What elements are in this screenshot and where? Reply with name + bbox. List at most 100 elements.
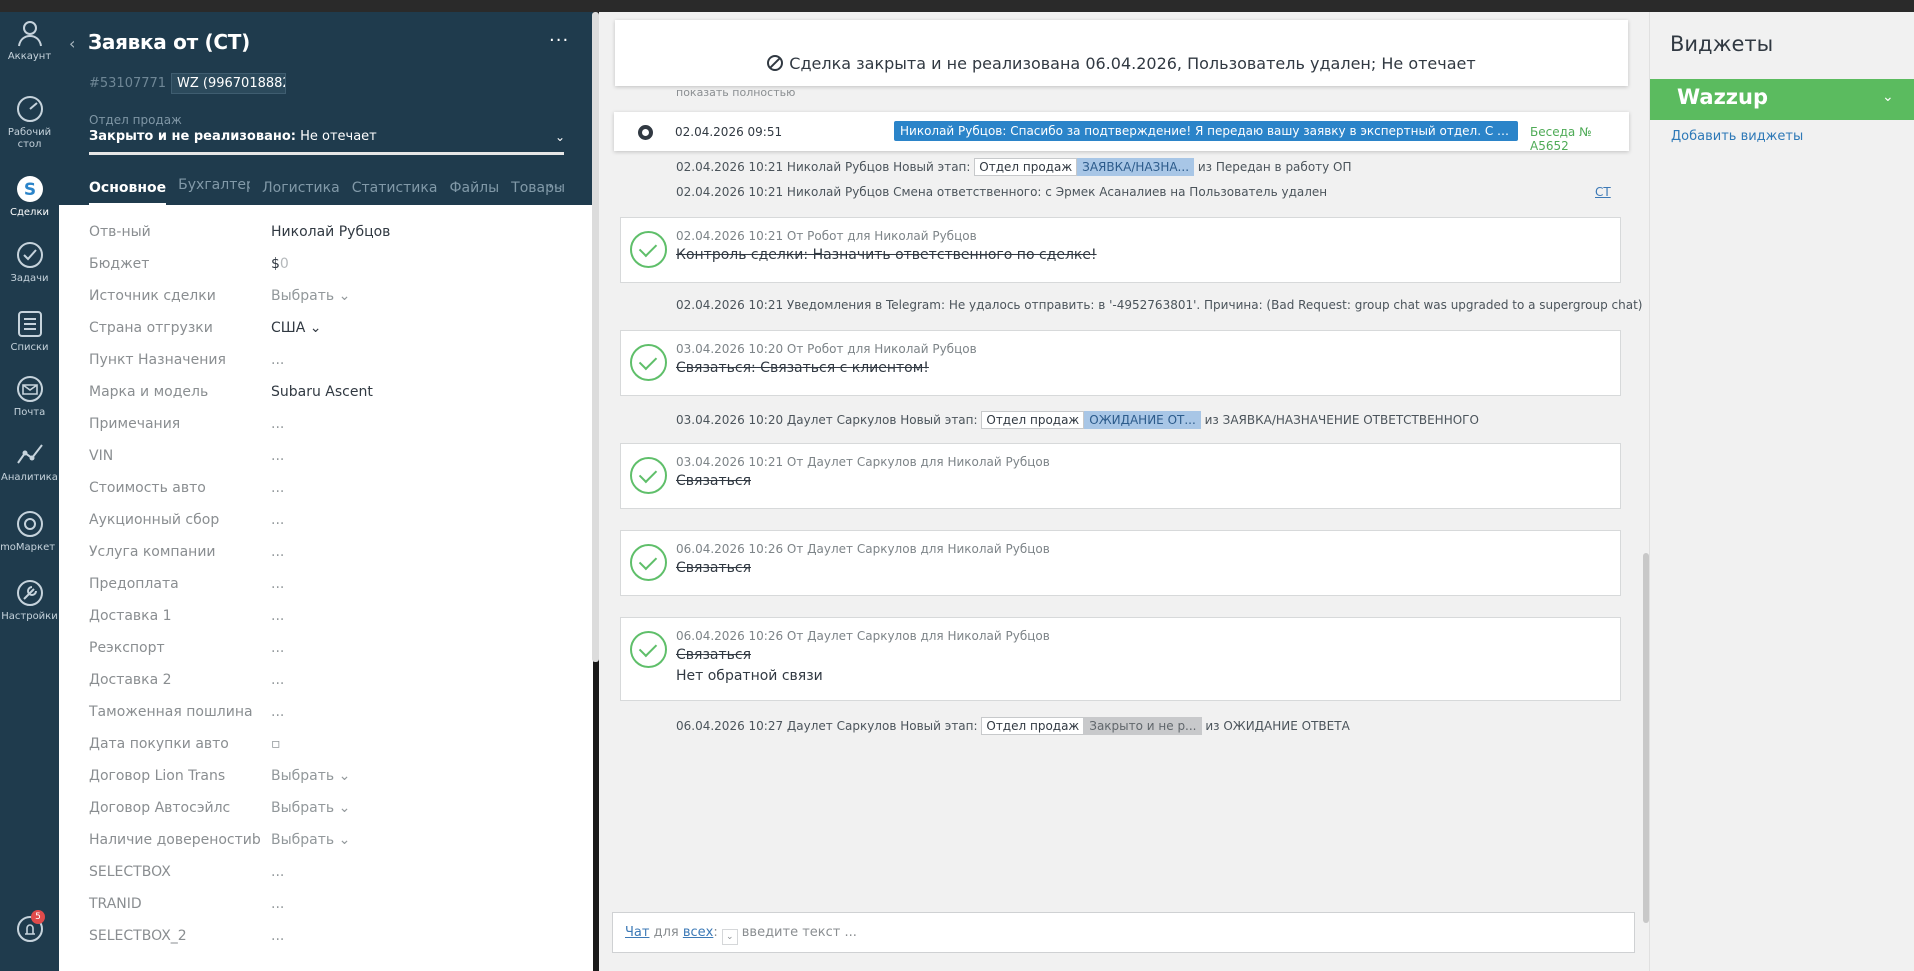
chevron-down-icon[interactable]: ⌄: [1882, 89, 1894, 105]
field-selectbox-2[interactable]: SELECTBOX_2...: [89, 928, 569, 960]
field-value[interactable]: ...: [271, 672, 284, 688]
tab-accounting[interactable]: Бухгалтерия: [178, 177, 250, 200]
task-meta: 03.04.2026 10:20 От Робот для Николай Ру…: [676, 342, 977, 356]
event-text: 06.04.2026 10:27 Даулет Саркулов Новый э…: [676, 719, 978, 733]
field-value[interactable]: $0: [271, 256, 289, 272]
field-value[interactable]: Выбрать ⌄: [271, 832, 350, 848]
field-car-price[interactable]: Стоимость авто...: [89, 480, 569, 512]
field-power-of-attorney[interactable]: Наличие довереностиb Выбрать ⌄: [89, 832, 569, 864]
field-value[interactable]: ...: [271, 352, 284, 368]
field-value[interactable]: ...: [271, 576, 284, 592]
field-responsible[interactable]: Отв-ный Николай Рубцов: [89, 224, 569, 256]
nav-deals[interactable]: S Сделки: [0, 174, 59, 218]
tab-statistics[interactable]: Статистика: [352, 180, 438, 203]
field-prepayment[interactable]: Предоплата...: [89, 576, 569, 608]
check-icon[interactable]: [630, 344, 667, 381]
field-value[interactable]: ...: [271, 704, 284, 720]
event-tail: из ОЖИДАНИЕ ОТВЕТА: [1205, 719, 1350, 733]
nav-settings[interactable]: Настройки: [0, 578, 59, 622]
field-source[interactable]: Источник сделки Выбрать ⌄: [89, 288, 569, 320]
deal-tag[interactable]: WZ (9967018882: [171, 73, 286, 94]
field-vin[interactable]: VIN...: [89, 448, 569, 480]
chat-input-bar[interactable]: Чат для всех: ⌄ введите текст ...: [612, 912, 1635, 953]
pipeline-label: Отдел продаж: [89, 113, 182, 127]
chevron-down-icon[interactable]: ⌄: [721, 929, 738, 945]
chevron-down-icon[interactable]: ⌄: [555, 130, 565, 144]
field-value[interactable]: Выбрать ⌄: [271, 800, 350, 816]
field-reexport[interactable]: Реэкспорт...: [89, 640, 569, 672]
field-delivery-2[interactable]: Доставка 2...: [89, 672, 569, 704]
chat-type-link[interactable]: Чат: [625, 925, 649, 940]
chat-input[interactable]: введите текст ...: [742, 925, 857, 940]
task-card[interactable]: 06.04.2026 10:26 От Даулет Саркулов для …: [620, 530, 1621, 596]
nav-account[interactable]: Аккаунт: [0, 18, 59, 62]
nav-lists[interactable]: Списки: [0, 309, 59, 353]
nav-analytics[interactable]: Аналитика: [0, 439, 59, 483]
task-card[interactable]: 03.04.2026 10:20 От Робот для Николай Ру…: [620, 330, 1621, 396]
field-notes[interactable]: Примечания...: [89, 416, 569, 448]
nav-market[interactable]: amoМаркет: [0, 509, 59, 553]
field-delivery-1[interactable]: Доставка 1...: [89, 608, 569, 640]
whatsapp-message[interactable]: 02.04.2026 09:51 Николай Рубцов: Спасибо…: [614, 112, 1629, 153]
nav-notifications[interactable]: 5: [0, 910, 59, 947]
field-purchase-date[interactable]: Дата покупки авто ▫: [89, 736, 569, 768]
field-country[interactable]: Страна отгрузки США ⌄: [89, 320, 569, 352]
check-icon[interactable]: [630, 457, 667, 494]
field-value[interactable]: ...: [271, 608, 284, 624]
field-value[interactable]: ...: [271, 896, 284, 912]
field-value[interactable]: ...: [271, 544, 284, 560]
check-icon[interactable]: [630, 231, 667, 268]
field-value[interactable]: ...: [271, 864, 284, 880]
conversation-link[interactable]: Беседа № A5652: [1530, 125, 1629, 153]
field-value[interactable]: Выбрать ⌄: [271, 768, 350, 784]
field-lion-trans[interactable]: Договор Lion Trans Выбрать ⌄: [89, 768, 569, 800]
nav-dashboard[interactable]: Рабочий стол: [0, 94, 59, 151]
status-select[interactable]: Закрыто и не реализовано: Не отечает: [89, 129, 377, 144]
field-selectbox[interactable]: SELECTBOX...: [89, 864, 569, 896]
calendar-icon[interactable]: ▫: [271, 736, 281, 752]
nav-label-mail: Почта: [13, 407, 46, 418]
field-auction-fee[interactable]: Аукционный сбор...: [89, 512, 569, 544]
field-service[interactable]: Услуга компании...: [89, 544, 569, 576]
task-card[interactable]: 06.04.2026 10:26 От Даулет Саркулов для …: [620, 617, 1621, 701]
field-value[interactable]: ...: [271, 448, 284, 464]
check-icon[interactable]: [630, 631, 667, 668]
check-icon[interactable]: [630, 544, 667, 581]
field-value[interactable]: ...: [271, 640, 284, 656]
field-value[interactable]: ...: [271, 416, 284, 432]
tab-files[interactable]: Файлы: [449, 180, 499, 203]
tab-main[interactable]: Основное: [89, 180, 167, 205]
field-value[interactable]: Subaru Ascent: [271, 384, 373, 400]
field-label: Стоимость авто: [89, 480, 206, 496]
field-customs-duty[interactable]: Таможенная пошлина...: [89, 704, 569, 736]
field-make-model[interactable]: Марка и модель Subaru Ascent: [89, 384, 569, 416]
tabs-more-icon[interactable]: ···: [548, 177, 563, 196]
field-value[interactable]: Выбрать ⌄: [271, 288, 350, 304]
field-tranid[interactable]: TRANID...: [89, 896, 569, 928]
event-text: 02.04.2026 10:21 Уведомления в Telegram:…: [676, 298, 1643, 312]
nav-mail[interactable]: Почта: [0, 374, 59, 418]
field-destination[interactable]: Пункт Назначения...: [89, 352, 569, 384]
field-value[interactable]: ...: [271, 512, 284, 528]
event-link[interactable]: СТ: [1595, 185, 1611, 199]
message-text[interactable]: Николай Рубцов: Спасибо за подтверждение…: [894, 121, 1518, 141]
task-card[interactable]: 02.04.2026 10:21 От Робот для Николай Ру…: [620, 217, 1621, 283]
field-budget[interactable]: Бюджет $0: [89, 256, 569, 288]
show-full-link[interactable]: показать полностью: [676, 86, 795, 99]
field-value[interactable]: США ⌄: [271, 320, 322, 336]
field-value[interactable]: Николай Рубцов: [271, 224, 390, 240]
nav-label-deals: Сделки: [10, 207, 49, 218]
task-card[interactable]: 03.04.2026 10:21 От Даулет Саркулов для …: [620, 443, 1621, 509]
field-value[interactable]: ...: [271, 480, 284, 496]
nav-tasks[interactable]: Задачи: [0, 240, 59, 284]
add-widgets-link[interactable]: Добавить виджеты: [1671, 129, 1803, 144]
tab-logistics[interactable]: Логистика: [262, 180, 340, 203]
deal-title[interactable]: Заявка от (СТ): [88, 30, 250, 54]
field-autosales[interactable]: Договор Автосэйлс Выбрать ⌄: [89, 800, 569, 832]
field-value[interactable]: ...: [271, 928, 284, 944]
more-menu-icon[interactable]: ···: [549, 30, 569, 51]
wazzup-widget[interactable]: Wazzup ⌄: [1650, 79, 1914, 120]
back-arrow-icon[interactable]: ‹: [69, 34, 75, 53]
chat-recipients-link[interactable]: всех: [683, 925, 714, 940]
deal-scrollbar[interactable]: [592, 12, 599, 662]
